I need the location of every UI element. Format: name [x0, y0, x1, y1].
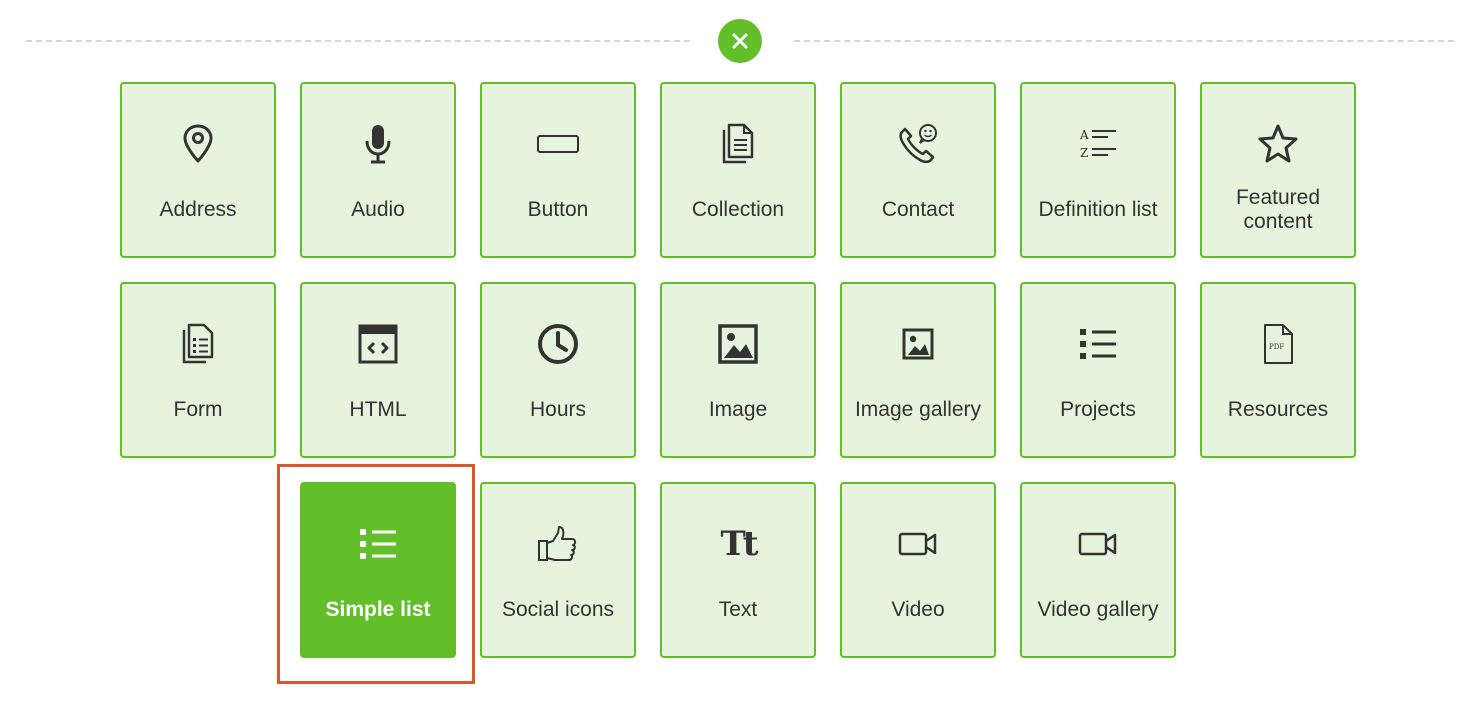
tile-definition-list[interactable]: A Z Definition list — [1020, 82, 1176, 258]
documents-icon — [662, 122, 814, 166]
tile-text[interactable]: Tt Text — [660, 482, 816, 658]
definition-list-icon: A Z — [1022, 122, 1174, 166]
tile-featured-content[interactable]: Featured content — [1200, 82, 1356, 258]
tile-label: Contact — [881, 198, 955, 221]
tile-label: Form — [173, 398, 223, 421]
tile-label: Image — [708, 398, 768, 421]
button-icon — [482, 122, 634, 166]
tile-label: Hours — [529, 398, 587, 421]
clock-icon — [482, 322, 634, 366]
tile-label: Text — [718, 598, 758, 621]
code-icon — [302, 322, 454, 366]
block-type-grid: Address Audio Button Collection Contact … — [0, 0, 1478, 706]
video-camera-icon — [842, 522, 994, 566]
tile-video-gallery[interactable]: Video gallery — [1020, 482, 1176, 658]
tile-collection[interactable]: Collection — [660, 82, 816, 258]
svg-text:PDF: PDF — [1269, 343, 1284, 351]
tile-label: Video — [891, 598, 945, 621]
tile-audio[interactable]: Audio — [300, 82, 456, 258]
tile-hours[interactable]: Hours — [480, 282, 636, 458]
thumbs-up-icon — [482, 522, 634, 566]
tile-projects[interactable]: Projects — [1020, 282, 1176, 458]
image-icon — [662, 322, 814, 366]
svg-text:Z: Z — [1080, 146, 1088, 160]
tile-label: Resources — [1227, 398, 1329, 421]
tile-video[interactable]: Video — [840, 482, 996, 658]
tile-label: Social icons — [501, 598, 615, 621]
bullet-list-icon — [302, 522, 454, 566]
tile-image[interactable]: Image — [660, 282, 816, 458]
tile-label: Simple list — [325, 598, 431, 621]
map-pin-icon — [122, 122, 274, 166]
phone-chat-icon — [842, 122, 994, 166]
microphone-icon — [302, 122, 454, 166]
svg-text:A: A — [1079, 128, 1089, 142]
tile-label: Address — [159, 198, 237, 221]
tile-label: HTML — [349, 398, 407, 421]
video-camera-icon — [1022, 522, 1174, 566]
tile-social-icons[interactable]: Social icons — [480, 482, 636, 658]
form-icon — [122, 322, 274, 366]
bullet-list-icon — [1022, 322, 1174, 366]
tile-button[interactable]: Button — [480, 82, 636, 258]
pdf-file-icon: PDF — [1202, 322, 1354, 366]
tile-label: Button — [527, 198, 589, 221]
tile-label: Definition list — [1038, 198, 1158, 221]
tile-label: Featured content — [1235, 186, 1321, 233]
text-icon: Tt — [720, 524, 758, 564]
tile-address[interactable]: Address — [120, 82, 276, 258]
tile-contact[interactable]: Contact — [840, 82, 996, 258]
image-gallery-icon — [842, 322, 994, 366]
tile-label: Audio — [351, 198, 405, 221]
tile-simple-list[interactable]: Simple list — [300, 482, 456, 658]
tile-label: Image gallery — [854, 398, 982, 421]
tile-html[interactable]: HTML — [300, 282, 456, 458]
star-icon — [1202, 122, 1354, 166]
tile-label: Video gallery — [1037, 598, 1159, 621]
tile-label: Projects — [1060, 398, 1136, 421]
tile-image-gallery[interactable]: Image gallery — [840, 282, 996, 458]
tile-label: Collection — [691, 198, 785, 221]
tile-resources[interactable]: PDF Resources — [1200, 282, 1356, 458]
tile-form[interactable]: Form — [120, 282, 276, 458]
